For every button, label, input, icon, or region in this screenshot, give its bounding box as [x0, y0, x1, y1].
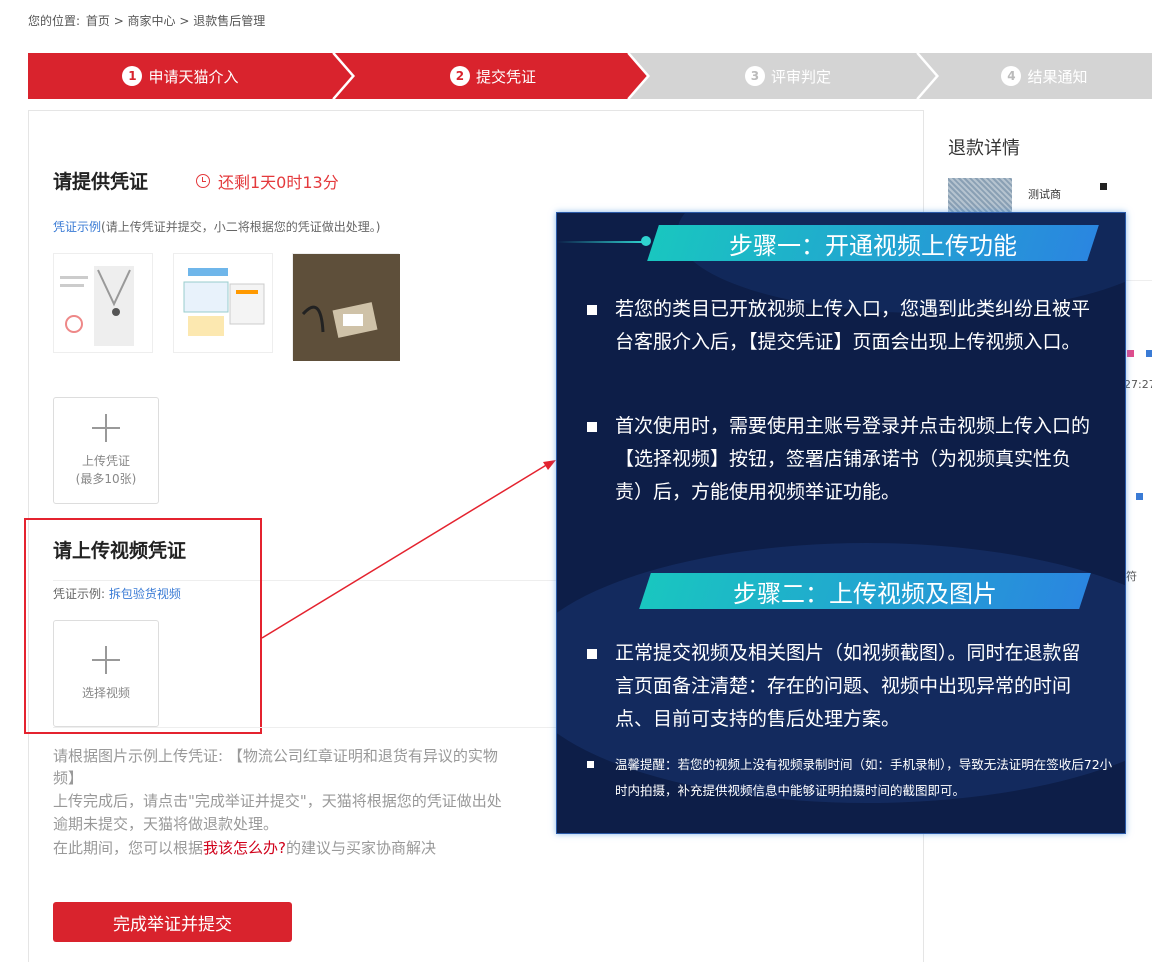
color-mark [1146, 350, 1152, 357]
step-number: 1 [122, 66, 143, 86]
bullet-icon [587, 305, 597, 315]
product-thumbnail[interactable] [948, 178, 1012, 214]
step1-title: 步骤一：开通视频上传功能 [729, 231, 1017, 260]
info-line-1b-text: 频】 [53, 769, 84, 787]
step-apply-intervention: 1 申请天猫介入 [28, 53, 333, 99]
info-line-4-suffix: 的建议与买家协商解决 [285, 839, 436, 857]
step-label: 提交凭证 [475, 67, 536, 86]
highlight-frame [24, 518, 262, 734]
example-image-3-graphic [293, 254, 400, 361]
info-line-2: 上传完成后，请点击"完成举证并提交"，天猫将根据您的凭证做出处 [53, 792, 502, 810]
countdown-text: 还剩1天0时13分 [218, 173, 339, 192]
submit-evidence-button[interactable]: 完成举证并提交 [53, 902, 292, 942]
evidence-title: 请提供凭证 [53, 171, 149, 193]
refund-details-title: 退款详情 [948, 138, 1020, 159]
clock-icon [196, 174, 210, 188]
breadcrumb: 您的位置: 首页 > 商家中心 > 退款售后管理 [28, 12, 267, 29]
evidence-example-link[interactable]: 凭证示例 [53, 220, 101, 234]
step-review: 3 评审判定 [648, 53, 928, 99]
step-label: 结果通知 [1027, 67, 1088, 86]
bullet-icon [587, 422, 597, 432]
evidence-hint: 凭证示例(请上传凭证并提交，小二将根据您的凭证做出处理。) [53, 218, 380, 235]
bullet-icon [587, 761, 594, 768]
plus-icon [92, 413, 120, 442]
upload-limit: (最多10张) [75, 471, 137, 486]
step-label: 申请天猫介入 [148, 67, 239, 86]
example-image-3[interactable] [292, 253, 400, 361]
example-image-2[interactable] [173, 253, 273, 353]
example-image-2-graphic [183, 268, 265, 336]
step-label: 评审判定 [770, 67, 831, 86]
step1-item-1: 若您的类目已开放视频上传入口，您遇到此类纠纷且被平台客服介入后，【提交凭证】页面… [587, 293, 1097, 359]
step-number: 2 [449, 66, 470, 86]
text-fragment: 符 [1126, 570, 1137, 583]
reminder-tip-text: 温馨提醒：若您的视频上没有视频录制时间（如：手机录制），导致无法证明在签收后72… [615, 757, 1113, 798]
step2-item-1: 正常提交视频及相关图片（如视频截图）。同时在退款留言页面备注清楚：存在的问题、视… [587, 637, 1097, 736]
decorative-dot [641, 236, 651, 246]
color-mark [1127, 350, 1134, 357]
step1-item-1-text: 若您的类目已开放视频上传入口，您遇到此类纠纷且被平台客服介入后，【提交凭证】页面… [615, 298, 1091, 353]
product-name[interactable]: 测试商 [1028, 186, 1061, 202]
info-line-4-prefix: 在此期间，您可以根据 [53, 839, 204, 857]
upload-evidence-button[interactable]: 上传凭证 (最多10张) [53, 397, 159, 504]
section-divider [53, 727, 563, 728]
progress-steps: 1 申请天猫介入 2 提交凭证 3 评审判定 4 结果通知 [28, 53, 1152, 99]
step2-item-1-text: 正常提交视频及相关图片（如视频截图）。同时在退款留言页面备注清楚：存在的问题、视… [615, 642, 1081, 730]
info-line-1-text: 请根据图片示例上传凭证: 【物流公司红章证明和退货有异议的实物 [53, 747, 498, 765]
color-mark [1100, 183, 1107, 190]
step2-title: 步骤二：上传视频及图片 [733, 579, 997, 608]
step1-item-2: 首次使用时，需要使用主账号登录并点击视频上传入口的【选择视频】按钮，签署店铺承诺… [587, 410, 1097, 509]
evidence-hint-text: (请上传凭证并提交，小二将根据您的凭证做出处理。) [101, 220, 381, 234]
info-line-4: 在此期间，您可以根据我该怎么办?的建议与买家协商解决 [53, 837, 563, 859]
timestamp-fragment: 27:27 [1124, 378, 1152, 391]
color-mark [1136, 493, 1143, 500]
decorative-line [557, 241, 645, 243]
info-line-3: 逾期未提交，天猫将做退款处理。 [53, 815, 279, 833]
bullet-icon [587, 649, 597, 659]
what-to-do-link[interactable]: 我该怎么办? [203, 839, 286, 857]
step-number: 3 [744, 66, 765, 86]
breadcrumb-path[interactable]: 首页 > 商家中心 > 退款售后管理 [86, 14, 265, 28]
countdown-timer: 还剩1天0时13分 [196, 169, 339, 193]
step1-item-2-text: 首次使用时，需要使用主账号登录并点击视频上传入口的【选择视频】按钮，签署店铺承诺… [615, 415, 1091, 503]
step-result: 4 结果通知 [937, 53, 1152, 99]
reminder-tip: 温馨提醒：若您的视频上没有视频录制时间（如：手机录制），导致无法证明在签收后72… [587, 752, 1117, 804]
step-number: 4 [1001, 66, 1022, 86]
upload-label: 上传凭证 [81, 453, 130, 468]
video-upload-tutorial: 步骤一：开通视频上传功能 若您的类目已开放视频上传入口，您遇到此类纠纷且被平台客… [556, 212, 1126, 834]
info-line-1: 请根据图片示例上传凭证: 【物流公司红章证明和退货有异议的实物 频】 [53, 745, 563, 789]
breadcrumb-label: 您的位置: [28, 14, 81, 28]
step-submit-evidence: 2 提交凭证 [353, 53, 633, 99]
example-image-1-graphic [60, 266, 134, 346]
example-image-1[interactable] [53, 253, 153, 353]
